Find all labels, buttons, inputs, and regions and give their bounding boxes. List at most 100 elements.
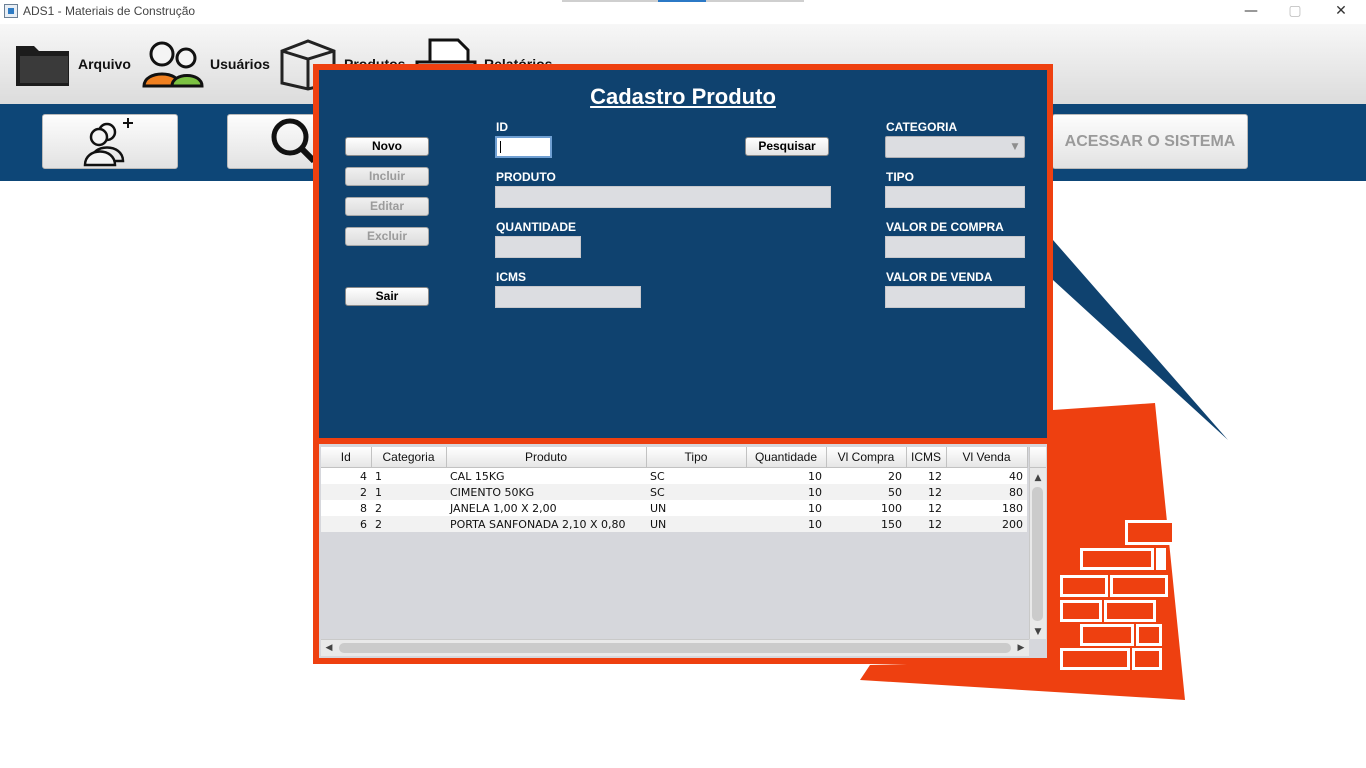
form-title: Cadastro Produto — [590, 84, 776, 109]
cell-id: 6 — [321, 516, 371, 532]
scroll-down-arrow-icon[interactable]: ▼ — [1030, 625, 1046, 639]
cell-categoria: 2 — [371, 500, 446, 516]
cell-vl-venda: 200 — [946, 516, 1027, 532]
column-header-quantidade[interactable]: Quantidade — [746, 447, 827, 468]
cell-categoria: 1 — [371, 467, 446, 484]
incluir-button[interactable]: Incluir — [345, 167, 429, 186]
cell-tipo: SC — [646, 484, 746, 500]
cell-vl-compra: 20 — [826, 467, 906, 484]
add-user-button[interactable] — [42, 114, 178, 169]
window-title: ADS1 - Materiais de Construção — [23, 4, 196, 18]
vertical-scrollbar[interactable]: ▲ ▼ — [1029, 447, 1046, 639]
title-decoration-active — [658, 0, 706, 2]
cell-vl-venda: 80 — [946, 484, 1027, 500]
scroll-left-arrow-icon[interactable]: ◀ — [321, 640, 337, 656]
column-header-vl-venda[interactable]: Vl Venda — [946, 447, 1028, 468]
quantidade-label: QUANTIDADE — [496, 220, 576, 234]
cell-id: 2 — [321, 484, 371, 500]
menu-arquivo-label: Arquivo — [78, 56, 131, 72]
menu-usuarios-label: Usuários — [210, 56, 270, 72]
column-header-categoria[interactable]: Categoria — [371, 447, 447, 468]
table-header-corner — [1030, 447, 1046, 468]
scroll-up-arrow-icon[interactable]: ▲ — [1030, 471, 1046, 485]
cell-vl-venda: 180 — [946, 500, 1027, 516]
title-decoration — [706, 0, 804, 2]
column-header-vl-compra[interactable]: Vl Compra — [826, 447, 907, 468]
valor-venda-label: VALOR DE VENDA — [886, 270, 993, 284]
add-user-icon — [83, 118, 133, 167]
product-registration-dialog: Cadastro Produto Novo Incluir Editar Exc… — [313, 64, 1053, 664]
id-label: ID — [496, 120, 508, 134]
vertical-scroll-thumb[interactable] — [1032, 487, 1043, 621]
column-header-produto[interactable]: Produto — [446, 447, 647, 468]
table-row[interactable]: 8 2 JANELA 1,00 X 2,00 UN 10 100 12 180 — [321, 500, 1027, 516]
cell-produto: CIMENTO 50KG — [446, 484, 646, 500]
cell-categoria: 2 — [371, 516, 446, 532]
cell-icms: 12 — [906, 467, 946, 484]
valor-compra-input[interactable] — [885, 236, 1025, 258]
access-system-button[interactable]: ACESSAR O SISTEMA — [1052, 114, 1248, 169]
cell-icms: 12 — [906, 516, 946, 532]
products-table: Id Categoria Produto Tipo Quantidade Vl … — [321, 447, 1028, 532]
id-input[interactable] — [495, 136, 552, 158]
menu-usuarios[interactable]: Usuários — [142, 34, 270, 94]
cell-categoria: 1 — [371, 484, 446, 500]
java-app-icon — [4, 4, 18, 18]
cell-vl-venda: 40 — [946, 467, 1027, 484]
cell-produto: CAL 15KG — [446, 467, 646, 484]
horizontal-scrollbar[interactable]: ◀ ▶ — [321, 639, 1029, 656]
categoria-select[interactable]: ▼ — [885, 136, 1025, 158]
cell-produto: JANELA 1,00 X 2,00 — [446, 500, 646, 516]
close-button[interactable]: ✕ — [1318, 0, 1364, 24]
chevron-down-icon: ▼ — [1011, 142, 1019, 152]
products-table-panel: Id Categoria Produto Tipo Quantidade Vl … — [319, 444, 1047, 658]
cell-id: 4 — [321, 467, 371, 484]
table-header-row: Id Categoria Produto Tipo Quantidade Vl … — [321, 447, 1028, 468]
cell-quantidade: 10 — [746, 516, 826, 532]
cell-tipo: UN — [646, 500, 746, 516]
cell-quantidade: 10 — [746, 467, 826, 484]
table-row[interactable]: 4 1 CAL 15KG SC 10 20 12 40 — [321, 467, 1027, 484]
valor-venda-input[interactable] — [885, 286, 1025, 308]
produto-input[interactable] — [495, 186, 831, 208]
icms-label: ICMS — [496, 270, 526, 284]
column-header-icms[interactable]: ICMS — [906, 447, 947, 468]
users-icon — [142, 41, 204, 88]
cell-vl-compra: 100 — [826, 500, 906, 516]
editar-button[interactable]: Editar — [345, 197, 429, 216]
column-header-tipo[interactable]: Tipo — [646, 447, 747, 468]
table-row[interactable]: 2 1 CIMENTO 50KG SC 10 50 12 80 — [321, 484, 1027, 500]
cell-tipo: SC — [646, 467, 746, 484]
horizontal-scroll-thumb[interactable] — [339, 643, 1011, 653]
window-title-bar: ADS1 - Materiais de Construção — ▢ ✕ — [0, 0, 1366, 24]
cell-quantidade: 10 — [746, 484, 826, 500]
cell-tipo: UN — [646, 516, 746, 532]
menu-arquivo[interactable]: Arquivo — [14, 34, 131, 94]
product-form-panel: Cadastro Produto Novo Incluir Editar Exc… — [319, 70, 1047, 438]
categoria-label: CATEGORIA — [886, 120, 958, 134]
scroll-right-arrow-icon[interactable]: ▶ — [1013, 640, 1029, 656]
pesquisar-button[interactable]: Pesquisar — [745, 137, 829, 156]
maximize-button[interactable]: ▢ — [1272, 0, 1318, 24]
tipo-label: TIPO — [886, 170, 915, 184]
cell-id: 8 — [321, 500, 371, 516]
table-row[interactable]: 6 2 PORTA SANFONADA 2,10 X 0,80 UN 10 15… — [321, 516, 1027, 532]
folder-icon — [16, 46, 69, 86]
cell-icms: 12 — [906, 500, 946, 516]
valor-compra-label: VALOR DE COMPRA — [886, 220, 1004, 234]
minimize-button[interactable]: — — [1228, 0, 1274, 24]
cell-vl-compra: 50 — [826, 484, 906, 500]
tipo-input[interactable] — [885, 186, 1025, 208]
column-header-id[interactable]: Id — [321, 447, 372, 468]
cell-icms: 12 — [906, 484, 946, 500]
excluir-button[interactable]: Excluir — [345, 227, 429, 246]
title-decoration — [562, 0, 658, 2]
sair-button[interactable]: Sair — [345, 287, 429, 306]
cell-quantidade: 10 — [746, 500, 826, 516]
quantidade-input[interactable] — [495, 236, 581, 258]
novo-button[interactable]: Novo — [345, 137, 429, 156]
icms-input[interactable] — [495, 286, 641, 308]
cell-vl-compra: 150 — [826, 516, 906, 532]
cell-produto: PORTA SANFONADA 2,10 X 0,80 — [446, 516, 646, 532]
produto-label: PRODUTO — [496, 170, 556, 184]
